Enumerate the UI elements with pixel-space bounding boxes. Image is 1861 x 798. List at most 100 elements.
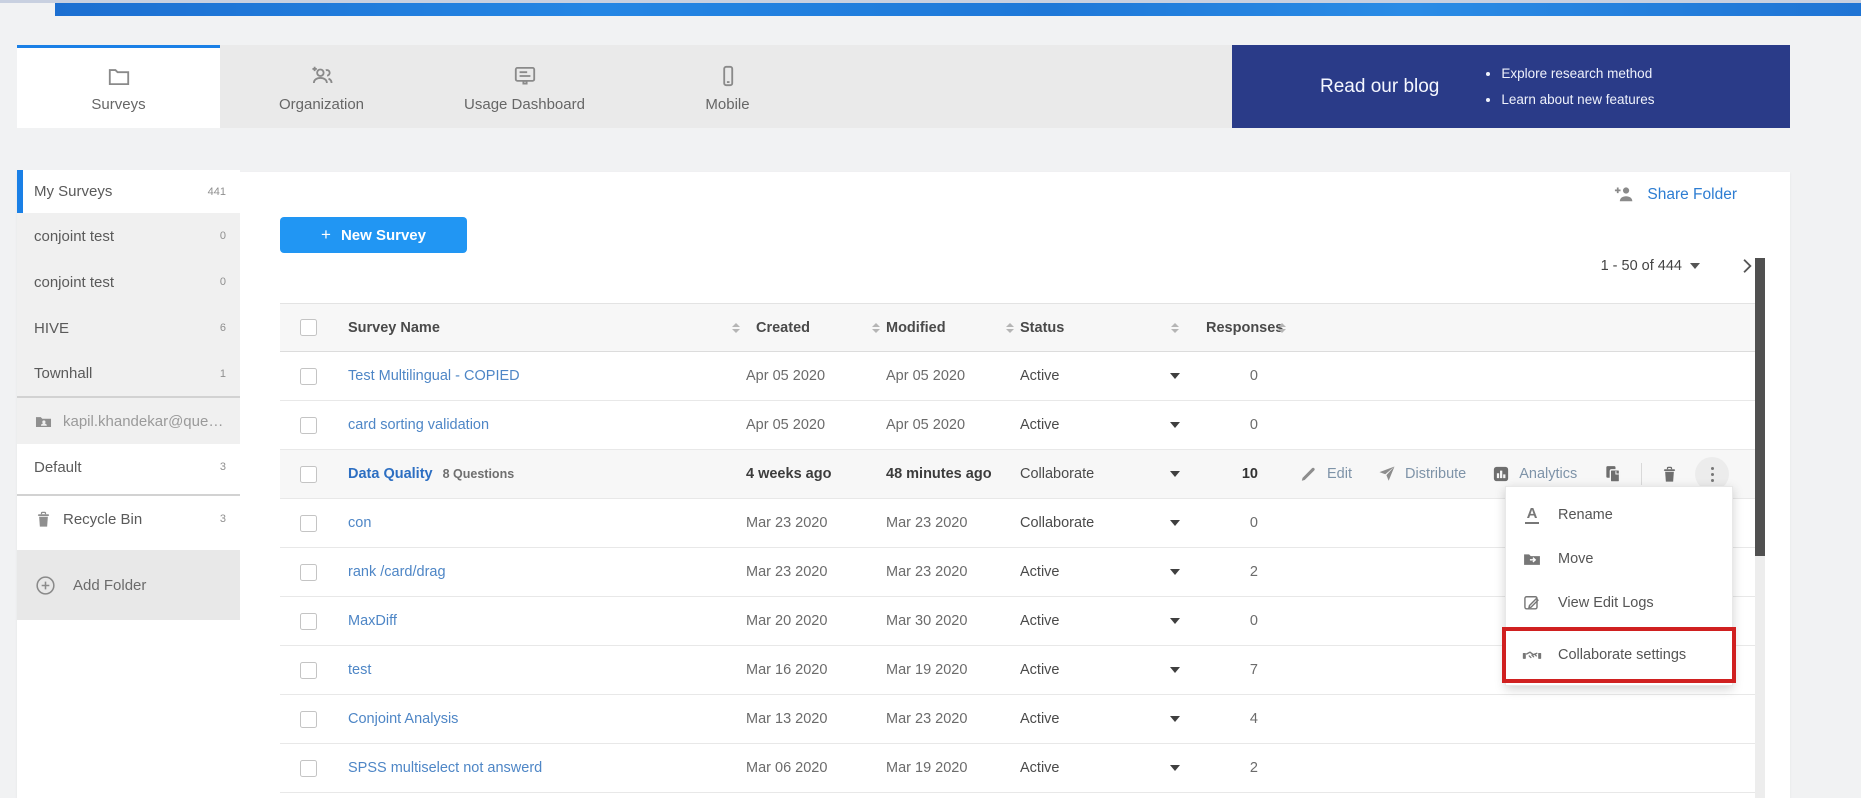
modified-date: Mar 23 2020 [886, 515, 1000, 531]
status-label: Active [1020, 760, 1160, 776]
sort-icon[interactable] [1160, 323, 1190, 333]
folder-label: Townhall [34, 365, 92, 382]
blog-banner-link[interactable]: Read our blog [1320, 76, 1439, 98]
analytics-button[interactable]: Analytics [1492, 465, 1577, 483]
survey-name-link[interactable]: Test Multilingual - COPIED [348, 368, 520, 384]
menu-item-view-edit-logs[interactable]: View Edit Logs [1506, 581, 1732, 625]
status-dropdown-caret[interactable] [1160, 422, 1190, 428]
tab-surveys[interactable]: Surveys [17, 45, 220, 128]
add-folder-button[interactable]: Add Folder [17, 550, 240, 620]
column-header-modified: Modified [886, 320, 1000, 336]
status-dropdown-caret[interactable] [1160, 667, 1190, 673]
tab-organization[interactable]: Organization [220, 45, 423, 128]
survey-name-link[interactable]: test [348, 662, 371, 678]
table-row: Conjoint Analysis Mar 13 2020 Mar 23 202… [280, 695, 1755, 744]
row-checkbox[interactable] [300, 368, 317, 385]
copy-button[interactable] [1603, 464, 1623, 484]
shared-folder-icon [34, 412, 53, 431]
sidebar-item-conjoint-test-1[interactable]: conjoint test 0 [17, 213, 240, 259]
sidebar-item-hive[interactable]: HIVE 6 [17, 305, 240, 351]
menu-item-label: Move [1558, 551, 1593, 567]
folders-sidebar: My Surveys 441 conjoint test 0 conjoint … [17, 170, 240, 798]
blog-banner-bullets: Explore research method Learn about new … [1501, 61, 1654, 113]
sort-icon[interactable] [726, 323, 746, 333]
question-count-badge: 8 Questions [443, 467, 515, 481]
modified-date: Mar 19 2020 [886, 662, 1000, 678]
modified-date: Mar 23 2020 [886, 564, 1000, 580]
column-header-responses: Responses [1190, 320, 1272, 336]
responses-count: 4 [1190, 711, 1272, 727]
sidebar-item-shared-account[interactable]: kapil.khandekar@que… [17, 398, 240, 444]
share-folder-button[interactable]: Share Folder [1612, 182, 1737, 207]
tab-usage-dashboard[interactable]: Usage Dashboard [423, 45, 626, 128]
menu-item-label: View Edit Logs [1558, 595, 1654, 611]
primary-nav: Surveys Organization Usage Dashboard Mob… [17, 45, 1790, 128]
row-checkbox[interactable] [300, 711, 317, 728]
created-date: Apr 05 2020 [746, 417, 866, 433]
blog-banner: Read our blog Explore research method Le… [1232, 45, 1790, 128]
menu-item-move[interactable]: Move [1506, 537, 1732, 581]
delete-button[interactable] [1660, 465, 1679, 484]
sort-icon[interactable] [1000, 323, 1020, 333]
survey-name-link[interactable]: rank /card/drag [348, 564, 446, 580]
plus-circle-icon [34, 574, 57, 597]
menu-item-rename[interactable]: A Rename [1506, 493, 1732, 537]
survey-name-link[interactable]: con [348, 515, 371, 531]
survey-name-link[interactable]: Data Quality [348, 466, 433, 482]
survey-name-link[interactable]: SPSS multiselect not answerd [348, 760, 542, 776]
status-dropdown-caret[interactable] [1160, 569, 1190, 575]
main-panel: My Surveys 441 conjoint test 0 conjoint … [17, 172, 1790, 798]
survey-name-link[interactable]: card sorting validation [348, 417, 489, 433]
select-all-checkbox[interactable] [300, 319, 317, 336]
modified-date: Mar 30 2020 [886, 613, 1000, 629]
folder-label: conjoint test [34, 228, 114, 245]
survey-name-link[interactable]: MaxDiff [348, 613, 397, 629]
share-folder-label: Share Folder [1647, 186, 1737, 204]
next-page-button[interactable] [1737, 256, 1757, 280]
modified-date: Mar 19 2020 [886, 760, 1000, 776]
row-checkbox[interactable] [300, 662, 317, 679]
sort-icon[interactable] [1272, 323, 1292, 333]
row-checkbox[interactable] [300, 613, 317, 630]
sidebar-item-recycle-bin[interactable]: Recycle Bin 3 [17, 496, 240, 542]
row-checkbox[interactable] [300, 417, 317, 434]
status-label: Active [1020, 564, 1160, 580]
row-checkbox[interactable] [300, 760, 317, 777]
sort-icon[interactable] [866, 323, 886, 333]
folder-label: kapil.khandekar@que… [63, 413, 223, 430]
menu-item-collaborate-settings[interactable]: Collaborate settings [1506, 631, 1732, 679]
pagination-range-dropdown[interactable]: 1 - 50 of 444 [1601, 258, 1700, 274]
table-scrollbar-thumb[interactable] [1755, 258, 1765, 556]
status-label: Active [1020, 662, 1160, 678]
status-dropdown-caret[interactable] [1160, 716, 1190, 722]
distribute-button[interactable]: Distribute [1378, 465, 1466, 483]
edit-label: Edit [1327, 466, 1352, 482]
status-dropdown-caret[interactable] [1160, 618, 1190, 624]
survey-name-link[interactable]: Conjoint Analysis [348, 711, 458, 727]
row-checkbox[interactable] [300, 564, 317, 581]
row-checkbox[interactable] [300, 515, 317, 532]
table-scrollbar-track[interactable] [1755, 258, 1765, 798]
folder-label: Default [34, 459, 82, 476]
modified-date: Mar 23 2020 [886, 711, 1000, 727]
new-survey-button[interactable]: + New Survey [280, 217, 467, 253]
handshake-icon [1522, 645, 1542, 665]
status-dropdown-caret[interactable] [1160, 765, 1190, 771]
status-label: Active [1020, 711, 1160, 727]
row-checkbox[interactable] [300, 466, 317, 483]
distribute-label: Distribute [1405, 466, 1466, 482]
edit-button[interactable]: Edit [1300, 465, 1352, 483]
sidebar-item-my-surveys[interactable]: My Surveys 441 [17, 170, 240, 213]
banner-bullet: Explore research method [1501, 61, 1654, 87]
status-dropdown-caret[interactable] [1160, 471, 1190, 477]
tab-mobile[interactable]: Mobile [626, 45, 829, 128]
created-date: Mar 13 2020 [746, 711, 866, 727]
status-dropdown-caret[interactable] [1160, 373, 1190, 379]
sidebar-item-default[interactable]: Default 3 [17, 444, 240, 490]
created-date: Mar 23 2020 [746, 515, 866, 531]
trash-icon [1660, 465, 1679, 484]
responses-count: 0 [1190, 515, 1272, 531]
status-dropdown-caret[interactable] [1160, 520, 1190, 526]
sidebar-item-conjoint-test-2[interactable]: conjoint test 0 [17, 259, 240, 305]
sidebar-item-townhall[interactable]: Townhall 1 [17, 351, 240, 396]
